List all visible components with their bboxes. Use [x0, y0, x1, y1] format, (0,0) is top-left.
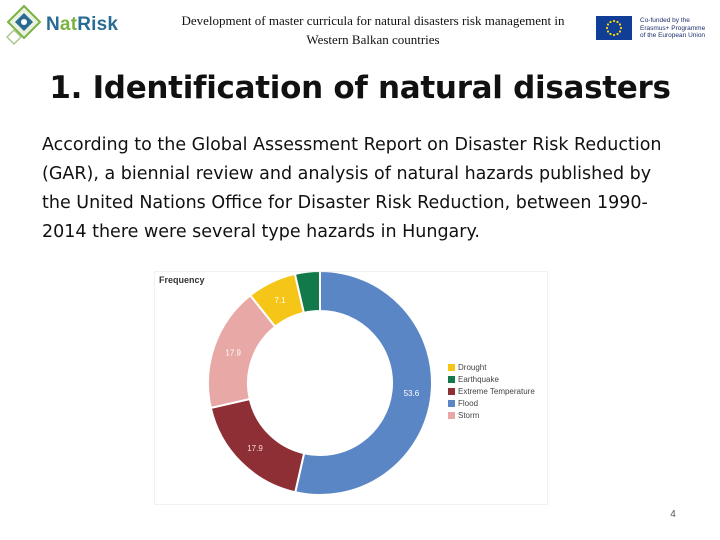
slice-value-label: 53.6 [404, 389, 420, 398]
legend-swatch [448, 400, 455, 407]
legend-label: Earthquake [458, 375, 499, 384]
header-title-line1: Development of master curricula for natu… [181, 13, 565, 28]
slice-value-label: 17.9 [247, 444, 263, 453]
legend-label: Flood [458, 399, 479, 408]
legend-item-earthquake: Earthquake [448, 374, 546, 385]
legend-label: Extreme Temperature [458, 387, 535, 396]
body-paragraph: According to the Global Assessment Repor… [42, 135, 662, 242]
slice-value-label: 17.9 [225, 349, 241, 358]
eu-cofunding-logo: Co-funded by the Erasmus+ Programme of t… [596, 16, 714, 40]
legend-swatch [448, 412, 455, 419]
frequency-donut-chart: 53.6 17.9 17.9 7.1 Frequency Drought Earthqu… [155, 272, 547, 504]
legend-swatch [448, 388, 455, 395]
slide-header: NatRisk Development of master curricula … [0, 0, 720, 52]
legend-item-storm: Storm [448, 410, 546, 421]
legend-swatch [448, 364, 455, 371]
natrisk-emblem-icon [5, 4, 42, 46]
legend-item-drought: Drought [448, 362, 546, 373]
chart-legend: Drought Earthquake Extreme Temperature Floo… [448, 362, 546, 422]
chart-title: Frequency [159, 275, 205, 285]
logo-wordmark: NatRisk [46, 14, 119, 35]
eu-cofunding-text: Co-funded by the Erasmus+ Programme of t… [640, 17, 706, 39]
legend-swatch [448, 376, 455, 383]
legend-item-extreme-temperature: Extreme Temperature [448, 386, 546, 397]
header-title: Development of master curricula for natu… [150, 11, 596, 49]
slice-value-label: 7.1 [275, 296, 287, 305]
eu-flag-icon [596, 16, 632, 40]
page-number: 4 [670, 509, 676, 520]
legend-label: Storm [458, 411, 480, 420]
slide-title: 1. Identification of natural disasters [49, 70, 671, 106]
header-title-line2: Western Balkan countries [306, 32, 440, 47]
legend-item-flood: Flood [448, 398, 546, 409]
legend-label: Drought [458, 363, 487, 372]
natrisk-logo: NatRisk [5, 4, 119, 48]
